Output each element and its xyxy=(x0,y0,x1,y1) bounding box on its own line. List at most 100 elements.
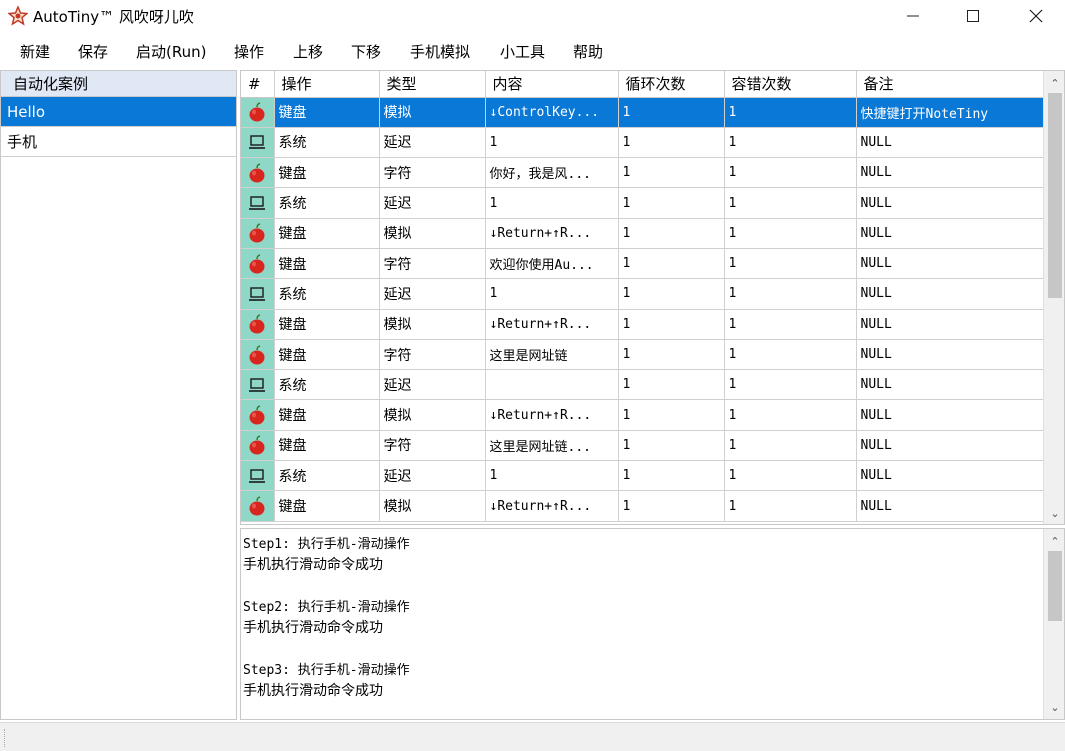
cell-content[interactable]: 1 xyxy=(485,460,619,492)
cell-note[interactable]: NULL xyxy=(856,399,1045,431)
table-row[interactable]: 系统 延迟 1 1 NULL xyxy=(241,369,1045,401)
scroll-up-icon[interactable]: ⌃ xyxy=(1044,73,1064,93)
cell-loop-count[interactable]: 1 xyxy=(618,127,725,159)
table-row[interactable]: 键盘 模拟 ↓Return+↑R... 1 1 NULL xyxy=(241,490,1045,522)
table-row[interactable]: 键盘 字符 这里是网址链... 1 1 NULL xyxy=(241,430,1045,462)
row-icon-cell[interactable] xyxy=(241,248,275,280)
cell-retry-count[interactable]: 1 xyxy=(724,97,857,128)
cell-note[interactable]: NULL xyxy=(856,127,1045,159)
cell-retry-count[interactable]: 1 xyxy=(724,430,857,462)
table-row[interactable]: 系统 延迟 1 1 1 NULL xyxy=(241,127,1045,159)
cell-retry-count[interactable]: 1 xyxy=(724,369,857,401)
table-row[interactable]: 键盘 字符 你好，我是风... 1 1 NULL xyxy=(241,157,1045,189)
cell-loop-count[interactable]: 1 xyxy=(618,369,725,401)
cell-note[interactable]: NULL xyxy=(856,369,1045,401)
cell-operation[interactable]: 系统 xyxy=(274,187,380,219)
cell-type[interactable]: 模拟 xyxy=(379,218,486,249)
cell-operation[interactable]: 系统 xyxy=(274,127,380,159)
cell-loop-count[interactable]: 1 xyxy=(618,97,725,128)
cell-note[interactable]: NULL xyxy=(856,157,1045,189)
column-header-retry-count[interactable]: 容错次数 xyxy=(724,71,857,98)
cell-loop-count[interactable]: 1 xyxy=(618,248,725,280)
cell-type[interactable]: 字符 xyxy=(379,157,486,189)
cell-operation[interactable]: 键盘 xyxy=(274,157,380,189)
table-row[interactable]: 键盘 模拟 ↓Return+↑R... 1 1 NULL xyxy=(241,309,1045,340)
cell-note[interactable]: NULL xyxy=(856,460,1045,492)
cell-content[interactable]: 1 xyxy=(485,127,619,159)
row-icon-cell[interactable] xyxy=(241,339,275,371)
cell-note[interactable]: NULL xyxy=(856,309,1045,340)
log-scroll-thumb[interactable] xyxy=(1048,551,1062,621)
cell-content[interactable]: 欢迎你使用Au... xyxy=(485,248,619,280)
cell-note[interactable]: NULL xyxy=(856,278,1045,310)
cell-type[interactable]: 延迟 xyxy=(379,127,486,159)
menu-operation[interactable]: 操作 xyxy=(234,41,264,62)
table-scroll-thumb[interactable] xyxy=(1048,93,1062,298)
cell-loop-count[interactable]: 1 xyxy=(618,399,725,431)
cell-type[interactable]: 字符 xyxy=(379,430,486,462)
table-row[interactable]: 键盘 模拟 ↓ControlKey... 1 1 快捷键打开NoteTiny xyxy=(241,97,1045,128)
cell-operation[interactable]: 键盘 xyxy=(274,490,380,522)
cell-type[interactable]: 模拟 xyxy=(379,97,486,128)
menu-save[interactable]: 保存 xyxy=(78,41,108,62)
cell-retry-count[interactable]: 1 xyxy=(724,339,857,371)
cell-note[interactable]: NULL xyxy=(856,218,1045,249)
row-icon-cell[interactable] xyxy=(241,430,275,462)
cell-retry-count[interactable]: 1 xyxy=(724,157,857,189)
cell-type[interactable]: 延迟 xyxy=(379,278,486,310)
cell-content[interactable]: ↓Return+↑R... xyxy=(485,218,619,249)
column-header-operation[interactable]: 操作 xyxy=(274,71,380,98)
cell-retry-count[interactable]: 1 xyxy=(724,187,857,219)
table-row[interactable]: 系统 延迟 1 1 1 NULL xyxy=(241,278,1045,310)
cell-operation[interactable]: 键盘 xyxy=(274,97,380,128)
cell-operation[interactable]: 键盘 xyxy=(274,218,380,249)
column-header-index[interactable]: # xyxy=(241,71,275,98)
cell-operation[interactable]: 系统 xyxy=(274,369,380,401)
cell-type[interactable]: 延迟 xyxy=(379,369,486,401)
minimize-button[interactable] xyxy=(890,0,936,32)
cell-note[interactable]: 快捷键打开NoteTiny xyxy=(856,97,1045,128)
cell-content[interactable]: 这里是网址链... xyxy=(485,430,619,462)
cell-operation[interactable]: 键盘 xyxy=(274,309,380,340)
log-output-panel[interactable]: Step1: 执行手机-滑动操作 手机执行滑动命令成功 Step2: 执行手机-… xyxy=(240,528,1065,720)
cell-content[interactable]: ↓ControlKey... xyxy=(485,97,619,128)
cell-content[interactable]: 1 xyxy=(485,278,619,310)
row-icon-cell[interactable] xyxy=(241,157,275,189)
cell-retry-count[interactable]: 1 xyxy=(724,278,857,310)
menu-tools[interactable]: 小工具 xyxy=(500,41,545,62)
row-icon-cell[interactable] xyxy=(241,187,275,219)
close-button[interactable] xyxy=(1013,0,1059,32)
cell-operation[interactable]: 键盘 xyxy=(274,399,380,431)
column-header-content[interactable]: 内容 xyxy=(485,71,619,98)
cell-note[interactable]: NULL xyxy=(856,430,1045,462)
cell-type[interactable]: 字符 xyxy=(379,339,486,371)
cell-loop-count[interactable]: 1 xyxy=(618,187,725,219)
cell-loop-count[interactable]: 1 xyxy=(618,490,725,522)
table-vertical-scrollbar[interactable]: ⌃ ⌄ xyxy=(1043,71,1064,524)
table-row[interactable]: 键盘 字符 这里是网址链 1 1 NULL xyxy=(241,339,1045,371)
menu-phone-simulate[interactable]: 手机模拟 xyxy=(410,41,470,62)
table-row[interactable]: 键盘 模拟 ↓Return+↑R... 1 1 NULL xyxy=(241,399,1045,431)
table-row[interactable]: 系统 延迟 1 1 1 NULL xyxy=(241,460,1045,492)
cell-retry-count[interactable]: 1 xyxy=(724,460,857,492)
column-header-loop-count[interactable]: 循环次数 xyxy=(618,71,725,98)
table-row[interactable]: 系统 延迟 1 1 1 NULL xyxy=(241,187,1045,219)
cell-retry-count[interactable]: 1 xyxy=(724,248,857,280)
case-item-hello[interactable]: Hello xyxy=(1,97,236,127)
cell-loop-count[interactable]: 1 xyxy=(618,430,725,462)
cell-content[interactable]: ↓Return+↑R... xyxy=(485,490,619,522)
cell-loop-count[interactable]: 1 xyxy=(618,218,725,249)
cell-operation[interactable]: 键盘 xyxy=(274,339,380,371)
menu-move-down[interactable]: 下移 xyxy=(351,41,381,62)
cell-type[interactable]: 模拟 xyxy=(379,490,486,522)
row-icon-cell[interactable] xyxy=(241,490,275,522)
cell-type[interactable]: 延迟 xyxy=(379,187,486,219)
cell-loop-count[interactable]: 1 xyxy=(618,460,725,492)
cell-operation[interactable]: 键盘 xyxy=(274,248,380,280)
cell-loop-count[interactable]: 1 xyxy=(618,278,725,310)
row-icon-cell[interactable] xyxy=(241,369,275,401)
cell-content[interactable]: 你好，我是风... xyxy=(485,157,619,189)
scroll-down-icon[interactable]: ⌄ xyxy=(1044,503,1064,523)
cell-note[interactable]: NULL xyxy=(856,248,1045,280)
table-row[interactable]: 键盘 模拟 ↓Return+↑R... 1 1 NULL xyxy=(241,218,1045,249)
